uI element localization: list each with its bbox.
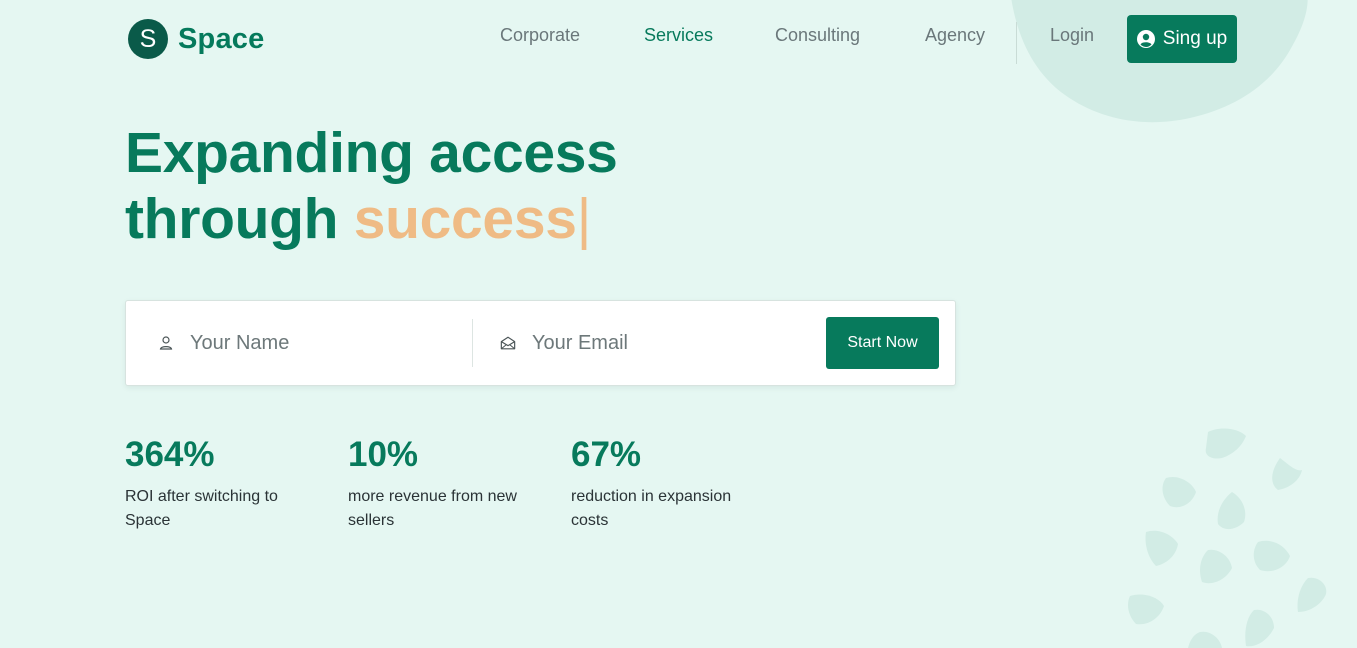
email-input[interactable] xyxy=(532,331,772,355)
stat-value: 67% xyxy=(571,435,642,474)
stat-label: ROI after switching to Space xyxy=(125,488,278,529)
hero-highlight-word: success xyxy=(353,187,577,251)
nav-item-login[interactable]: Login xyxy=(1050,25,1094,46)
stat-costs: 67% reduction in expansion costs xyxy=(571,433,761,533)
signup-form: Start Now xyxy=(125,300,956,386)
start-now-button[interactable]: Start Now xyxy=(826,317,939,369)
hero-title: Expanding access through success| xyxy=(125,120,618,252)
logo[interactable]: S Space xyxy=(128,19,264,59)
typing-caret: | xyxy=(576,187,592,251)
user-icon xyxy=(159,336,173,350)
user-circle-icon xyxy=(1136,30,1155,48)
stat-label: more revenue from new sellers xyxy=(348,488,517,529)
decorative-leaves xyxy=(1128,428,1327,648)
form-divider xyxy=(472,319,473,367)
email-field xyxy=(500,301,800,385)
envelope-open-icon xyxy=(500,336,516,350)
nav-item-corporate[interactable]: Corporate xyxy=(500,25,580,46)
stat-label: reduction in expansion costs xyxy=(571,488,732,529)
nav-item-services[interactable]: Services xyxy=(644,25,713,46)
signup-label: Sing up xyxy=(1162,28,1228,49)
logo-text: Space xyxy=(178,22,265,55)
nav-item-agency[interactable]: Agency xyxy=(925,25,985,46)
nav-divider xyxy=(1016,22,1017,64)
nav-item-consulting[interactable]: Consulting xyxy=(775,25,860,46)
hero-line-1: Expanding access xyxy=(125,121,618,185)
signup-button[interactable]: Sing up xyxy=(1127,15,1237,63)
hero-line-2-prefix: through xyxy=(125,187,339,251)
logo-mark: S xyxy=(128,19,168,59)
stat-value: 10% xyxy=(348,435,419,474)
stat-value: 364% xyxy=(125,435,215,474)
name-field xyxy=(158,301,458,385)
stat-roi: 364% ROI after switching to Space xyxy=(125,433,315,533)
name-input[interactable] xyxy=(190,331,430,355)
stat-revenue: 10% more revenue from new sellers xyxy=(348,433,538,533)
